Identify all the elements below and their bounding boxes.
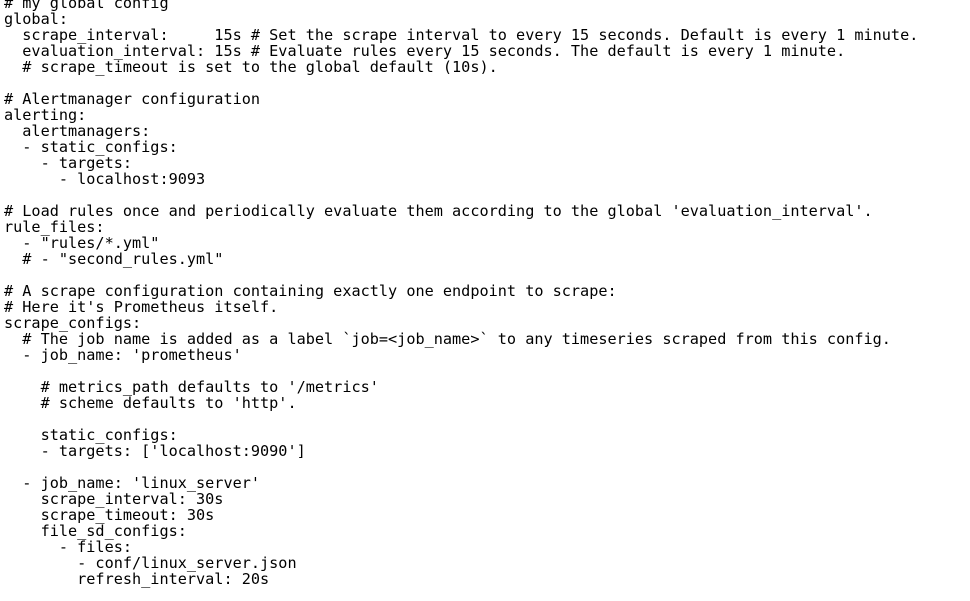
code-line: - files: xyxy=(4,538,133,556)
code-line: # metrics_path defaults to '/metrics' xyxy=(4,378,379,396)
code-line: - targets: ['localhost:9090'] xyxy=(4,442,306,460)
config-file-text: # my global config global: scrape_interva… xyxy=(4,0,918,587)
code-line: refresh_interval: 20s xyxy=(4,570,270,588)
code-line: - conf/linux_server.json xyxy=(4,554,297,572)
code-line: # Here it's Prometheus itself. xyxy=(4,298,279,316)
code-line: # Alertmanager configuration xyxy=(4,90,261,108)
code-line: - "rules/*.yml" xyxy=(4,234,160,252)
code-line: alerting: xyxy=(4,106,87,124)
code-line: # scheme defaults to 'http'. xyxy=(4,394,297,412)
code-line: - targets: xyxy=(4,154,133,172)
code-line: - static_configs: xyxy=(4,138,178,156)
code-line: rule_files: xyxy=(4,218,105,236)
code-line: # scrape_timeout is set to the global de… xyxy=(4,58,498,76)
code-line: scrape_configs: xyxy=(4,314,142,332)
code-line: - job_name: 'linux_server' xyxy=(4,474,261,492)
code-line: scrape_interval: 15s # Set the scrape in… xyxy=(4,26,919,44)
code-line: # The job name is added as a label `job=… xyxy=(4,330,891,348)
code-line: alertmanagers: xyxy=(4,122,151,140)
code-line: global: xyxy=(4,10,69,28)
code-line: # - "second_rules.yml" xyxy=(4,250,224,268)
code-line: evaluation_interval: 15s # Evaluate rule… xyxy=(4,42,846,60)
terminal-window[interactable]: # my global config global: scrape_interva… xyxy=(0,0,970,601)
code-line: # A scrape configuration containing exac… xyxy=(4,282,617,300)
code-line: # Load rules once and periodically evalu… xyxy=(4,202,873,220)
code-line: # my global config xyxy=(4,0,169,12)
code-line: scrape_timeout: 30s xyxy=(4,506,215,524)
code-line: static_configs: xyxy=(4,426,178,444)
code-line: - localhost:9093 xyxy=(4,170,206,188)
code-line: - job_name: 'prometheus' xyxy=(4,346,242,364)
code-line: file_sd_configs: xyxy=(4,522,187,540)
code-line: scrape_interval: 30s xyxy=(4,490,224,508)
